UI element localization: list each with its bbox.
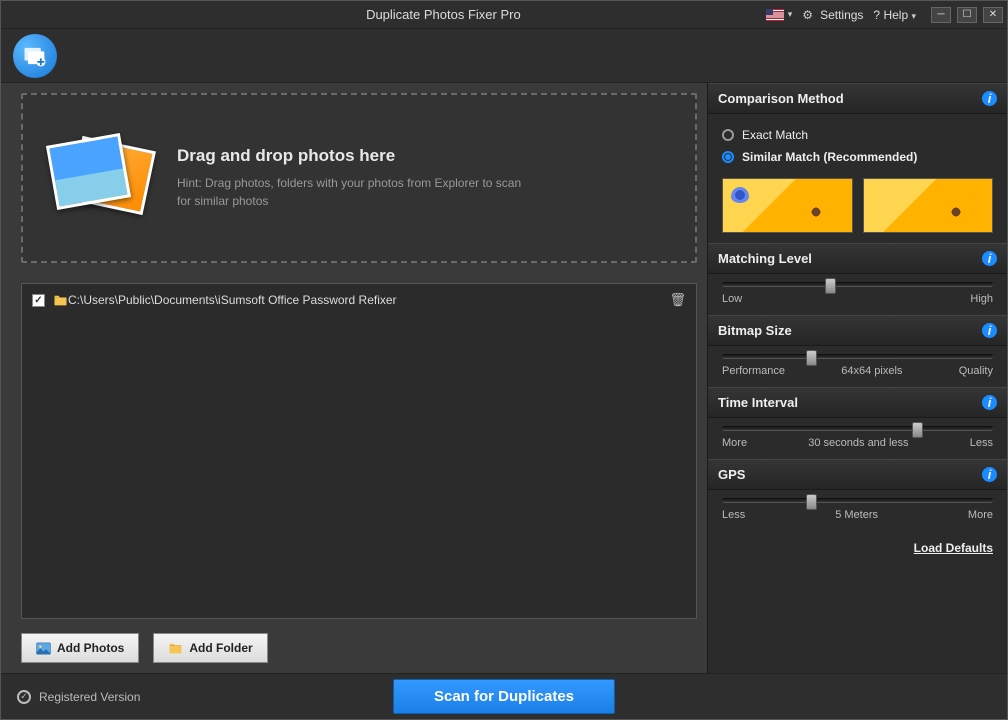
folder-checkbox[interactable]	[32, 294, 45, 307]
slider-thumb[interactable]	[825, 278, 836, 294]
add-photos-button[interactable]: Add Photos	[21, 633, 139, 663]
header	[1, 29, 1007, 83]
bitmap-size-slider-wrap: Performance 64x64 pixels Quality	[708, 346, 1007, 387]
matching-level-slider-wrap: Low High	[708, 274, 1007, 315]
left-pane: Drag and drop photos here Hint: Drag pho…	[1, 83, 707, 673]
maximize-button[interactable]: ☐	[957, 7, 977, 23]
footer: ✓ Registered Version Scan for Duplicates	[1, 673, 1007, 719]
titlebar-controls: ▾ ⚙ Settings ? Help ▾ ─ ☐ ✕	[766, 7, 1007, 23]
radio-exact-match[interactable]: Exact Match	[722, 124, 993, 146]
matching-level-high-label: High	[970, 293, 993, 305]
gps-value-label: 5 Meters	[835, 509, 878, 521]
settings-link[interactable]: Settings	[817, 8, 866, 22]
matching-level-low-label: Low	[722, 293, 742, 305]
gps-left-label: Less	[722, 509, 745, 521]
dropzone[interactable]: Drag and drop photos here Hint: Drag pho…	[21, 93, 697, 263]
bitmap-size-title: Bitmap Size	[718, 323, 792, 338]
folder-row[interactable]: C:\Users\Public\Documents\iSumsoft Offic…	[22, 284, 696, 316]
slider-thumb[interactable]	[806, 494, 817, 510]
app-logo-icon	[13, 34, 57, 78]
scan-button[interactable]: Scan for Duplicates	[393, 679, 615, 714]
bitmap-right-label: Quality	[959, 365, 993, 377]
folder-icon	[53, 294, 68, 306]
time-interval-slider[interactable]	[722, 426, 993, 431]
dropzone-text: Drag and drop photos here Hint: Drag pho…	[177, 146, 537, 210]
info-icon[interactable]: i	[982, 467, 997, 482]
close-button[interactable]: ✕	[983, 7, 1003, 23]
dropzone-heading: Drag and drop photos here	[177, 146, 537, 166]
radio-icon	[722, 151, 734, 163]
time-value-label: 30 seconds and less	[808, 437, 908, 449]
matching-level-header: Matching Level i	[708, 243, 1007, 274]
gps-slider-wrap: Less 5 Meters More	[708, 490, 1007, 531]
gps-slider[interactable]	[722, 498, 993, 503]
bitmap-left-label: Performance	[722, 365, 785, 377]
add-folder-button[interactable]: Add Folder	[153, 633, 267, 663]
main-body: Drag and drop photos here Hint: Drag pho…	[1, 83, 1007, 673]
comparison-body: Exact Match Similar Match (Recommended)	[708, 114, 1007, 243]
bitmap-value-label: 64x64 pixels	[841, 365, 902, 377]
slider-thumb[interactable]	[806, 350, 817, 366]
time-interval-title: Time Interval	[718, 395, 798, 410]
titlebar: Duplicate Photos Fixer Pro ▾ ⚙ Settings …	[1, 1, 1007, 29]
registered-status: ✓ Registered Version	[17, 690, 140, 704]
preview-image-2	[863, 178, 994, 233]
folder-list: C:\Users\Public\Documents\iSumsoft Offic…	[21, 283, 697, 619]
load-defaults-wrap: Load Defaults	[708, 531, 1007, 565]
dropzone-hint: Hint: Drag photos, folders with your pho…	[177, 174, 537, 210]
app-window: Duplicate Photos Fixer Pro ▾ ⚙ Settings …	[0, 0, 1008, 720]
radio-similar-match[interactable]: Similar Match (Recommended)	[722, 146, 993, 168]
bitmap-size-slider[interactable]	[722, 354, 993, 359]
folder-icon	[168, 642, 183, 654]
right-pane: Comparison Method i Exact Match Similar …	[707, 83, 1007, 673]
photo-stack-icon	[47, 131, 157, 226]
radio-exact-label: Exact Match	[742, 128, 808, 142]
language-flag-icon[interactable]	[766, 9, 784, 21]
matching-level-title: Matching Level	[718, 251, 812, 266]
info-icon[interactable]: i	[982, 251, 997, 266]
gps-header: GPS i	[708, 459, 1007, 490]
preview-image-1	[722, 178, 853, 233]
folder-path: C:\Users\Public\Documents\iSumsoft Offic…	[68, 293, 397, 307]
gps-title: GPS	[718, 467, 745, 482]
preview-images	[722, 178, 993, 233]
info-icon[interactable]: i	[982, 395, 997, 410]
radio-similar-label: Similar Match (Recommended)	[742, 150, 917, 164]
time-left-label: More	[722, 437, 747, 449]
bitmap-size-header: Bitmap Size i	[708, 315, 1007, 346]
help-link[interactable]: ? Help ▾	[870, 8, 925, 22]
registered-label: Registered Version	[39, 690, 140, 704]
time-interval-header: Time Interval i	[708, 387, 1007, 418]
radio-icon	[722, 129, 734, 141]
time-interval-slider-wrap: More 30 seconds and less Less	[708, 418, 1007, 459]
matching-level-slider[interactable]	[722, 282, 993, 287]
minimize-button[interactable]: ─	[931, 7, 951, 23]
help-dropdown-arrow-icon: ▾	[911, 11, 916, 21]
comparison-title: Comparison Method	[718, 91, 844, 106]
load-defaults-link[interactable]: Load Defaults	[914, 541, 993, 555]
window-title: Duplicate Photos Fixer Pro	[1, 7, 766, 22]
trash-icon[interactable]: 🗑	[669, 292, 686, 308]
language-dropdown-arrow-icon[interactable]: ▾	[788, 9, 793, 20]
slider-thumb[interactable]	[912, 422, 923, 438]
add-folder-label: Add Folder	[189, 641, 252, 655]
time-right-label: Less	[970, 437, 993, 449]
check-circle-icon: ✓	[17, 690, 31, 704]
gps-right-label: More	[968, 509, 993, 521]
image-icon	[36, 642, 51, 655]
gear-icon[interactable]: ⚙	[802, 8, 813, 22]
comparison-header: Comparison Method i	[708, 83, 1007, 114]
info-icon[interactable]: i	[982, 91, 997, 106]
add-photos-label: Add Photos	[57, 641, 124, 655]
bottom-buttons: Add Photos Add Folder	[21, 633, 697, 663]
info-icon[interactable]: i	[982, 323, 997, 338]
